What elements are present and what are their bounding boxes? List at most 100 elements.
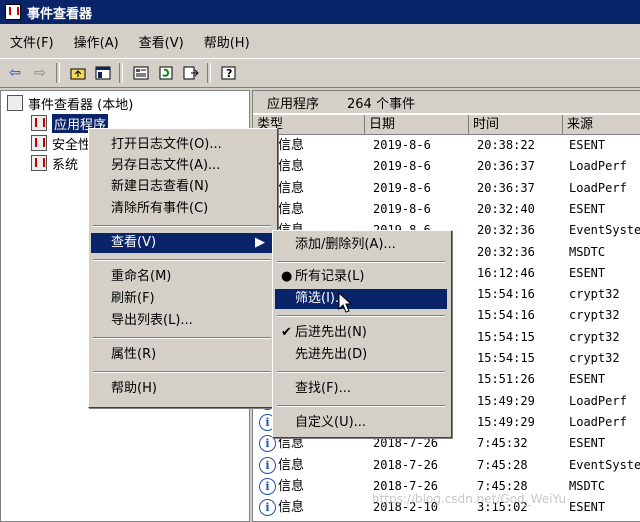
menu-item-all-records[interactable]: ● 所有记录(L) [275, 267, 447, 287]
menu-item-help[interactable]: 帮助(H) [91, 379, 273, 399]
info-icon: i [259, 456, 276, 474]
cell-time: 15:51:26 [477, 372, 535, 387]
forward-arrow-icon[interactable]: ⇨ [30, 63, 50, 83]
menu-action[interactable]: 操作(A) [64, 32, 129, 51]
cell-source: crypt32 [569, 329, 620, 344]
menu-separator [93, 225, 271, 227]
cell-type: i信息 [259, 476, 363, 497]
menu-file[interactable]: 文件(F) [0, 32, 64, 51]
menu-item-oldest-first[interactable]: 先进先出(D) [275, 345, 447, 365]
cell-type: i信息 [259, 455, 363, 476]
cell-type: i信息 [259, 497, 363, 518]
cell-date: 2019-8-6 [373, 201, 431, 216]
table-row[interactable]: i信息2019-8-620:32:40ESENT [253, 199, 640, 220]
menu-help[interactable]: 帮助(H) [194, 32, 260, 51]
list-title: 应用程序 [267, 96, 320, 112]
cell-time: 15:54:16 [477, 308, 535, 323]
toolbar-separator [56, 63, 60, 83]
cell-date: 2019-8-6 [373, 159, 431, 174]
menu-item-view[interactable]: 查看(V) ▶ [91, 233, 273, 253]
menu-item-newest-first[interactable]: ✔ 后进先出(N) [275, 323, 447, 343]
export-list-icon[interactable] [181, 63, 201, 83]
menu-view[interactable]: 查看(V) [129, 32, 194, 51]
cell-type-label: 信息 [278, 138, 305, 153]
cell-source: EventSystem [569, 223, 640, 238]
menu-item-customize[interactable]: 自定义(U)... [275, 413, 447, 433]
svg-text:?: ? [226, 67, 232, 80]
cell-type-label: 信息 [278, 457, 305, 473]
cell-type-label: 信息 [278, 201, 305, 217]
cell-source: MSDTC [569, 244, 606, 259]
menu-separator [277, 405, 445, 407]
menu-item-clear-events[interactable]: 清除所有事件(C) [91, 199, 273, 219]
column-header-date[interactable]: 日期 [365, 115, 469, 135]
cell-date: 2019-8-6 [373, 138, 431, 152]
cell-time: 16:12:46 [477, 265, 535, 280]
cell-time: 15:54:15 [477, 329, 535, 344]
help-icon[interactable]: ? [219, 63, 239, 83]
up-folder-icon[interactable] [68, 63, 88, 83]
menu-item-view-label: 查看(V) [111, 235, 157, 250]
cell-source: ESENT [569, 265, 606, 280]
menu-separator [93, 337, 271, 339]
menu-item-properties[interactable]: 属性(R) [91, 345, 273, 365]
menu-separator [277, 315, 445, 317]
cell-source: MSDTC [569, 478, 606, 493]
cell-time: 20:32:40 [477, 201, 535, 216]
cell-type-label: 信息 [278, 478, 305, 494]
menu-item-new-log-view[interactable]: 新建日志查看(N) [91, 177, 273, 197]
tree-item-label: 安全性 [52, 137, 92, 153]
mouse-pointer-icon [338, 292, 352, 313]
cell-time: 20:32:36 [477, 244, 535, 259]
tree-root[interactable]: 事件查看器 (本地) [7, 93, 133, 113]
log-icon [31, 155, 47, 171]
window-title: 事件查看器 [27, 6, 93, 22]
menu-item-export-list[interactable]: 导出列表(L)... [91, 311, 273, 331]
show-hide-tree-icon[interactable] [93, 63, 113, 83]
cell-time: 15:49:29 [477, 393, 535, 408]
tree-item-label: 系统 [52, 157, 79, 173]
cell-time: 20:32:36 [477, 223, 535, 238]
column-header-source[interactable]: 来源 [563, 115, 640, 135]
menu-item-save-log[interactable]: 另存日志文件(A)... [91, 156, 273, 176]
refresh-icon[interactable] [156, 63, 176, 83]
cell-type-label: 信息 [278, 180, 305, 196]
cell-source: LoadPerf [569, 180, 627, 195]
menu-item-rename[interactable]: 重命名(M) [91, 267, 273, 287]
event-viewer-app-icon [5, 4, 21, 20]
menu-item-refresh[interactable]: 刷新(F) [91, 289, 273, 309]
cell-time: 7:45:28 [477, 457, 528, 472]
cell-time: 20:36:37 [477, 180, 535, 195]
table-row[interactable]: i信息2019-8-620:38:22ESENT [253, 135, 640, 156]
list-title-bar: 应用程序 264 个事件 [253, 91, 640, 113]
cell-source: crypt32 [569, 308, 620, 323]
cell-time: 15:49:29 [477, 414, 535, 429]
tree-item-system[interactable]: 系统 [31, 153, 78, 173]
menu-item-add-remove-columns[interactable]: 添加/删除列(A)... [275, 235, 447, 255]
context-menu: 打开日志文件(O)... 另存日志文件(A)... 新建日志查看(N) 清除所有… [88, 128, 278, 408]
menu-item-find[interactable]: 查找(F)... [275, 379, 447, 399]
table-row[interactable]: i信息 2018-7-26 7:45:28 EventSystem [253, 455, 640, 476]
cell-source: crypt32 [569, 351, 620, 365]
menu-item-all-records-label: 所有记录(L) [295, 269, 365, 284]
cell-time: 7:45:32 [477, 436, 528, 451]
cell-time: 15:54:15 [477, 351, 535, 365]
tree-item-security[interactable]: 安全性 [31, 133, 91, 153]
properties-icon[interactable] [131, 63, 151, 83]
menu-separator [277, 261, 445, 263]
cell-source: LoadPerf [569, 159, 627, 174]
column-header-time[interactable]: 时间 [469, 115, 563, 135]
cell-date: 2019-8-6 [373, 180, 431, 195]
cell-type-label: 信息 [278, 159, 305, 175]
tree-root-label: 事件查看器 (本地) [28, 97, 134, 113]
info-icon: i [259, 477, 276, 495]
radio-bullet-icon: ● [281, 269, 293, 284]
title-bar: 事件查看器 [0, 0, 640, 24]
menu-separator [93, 371, 271, 373]
back-arrow-icon[interactable]: ⇦ [5, 63, 25, 83]
menu-item-filter[interactable]: 筛选(I)... [275, 289, 447, 309]
menu-item-open-log[interactable]: 打开日志文件(O)... [91, 135, 273, 155]
table-row[interactable]: i信息2019-8-620:36:37LoadPerf [253, 156, 640, 177]
event-count: 264 个事件 [347, 96, 415, 112]
table-row[interactable]: i信息2019-8-620:36:37LoadPerf [253, 178, 640, 199]
